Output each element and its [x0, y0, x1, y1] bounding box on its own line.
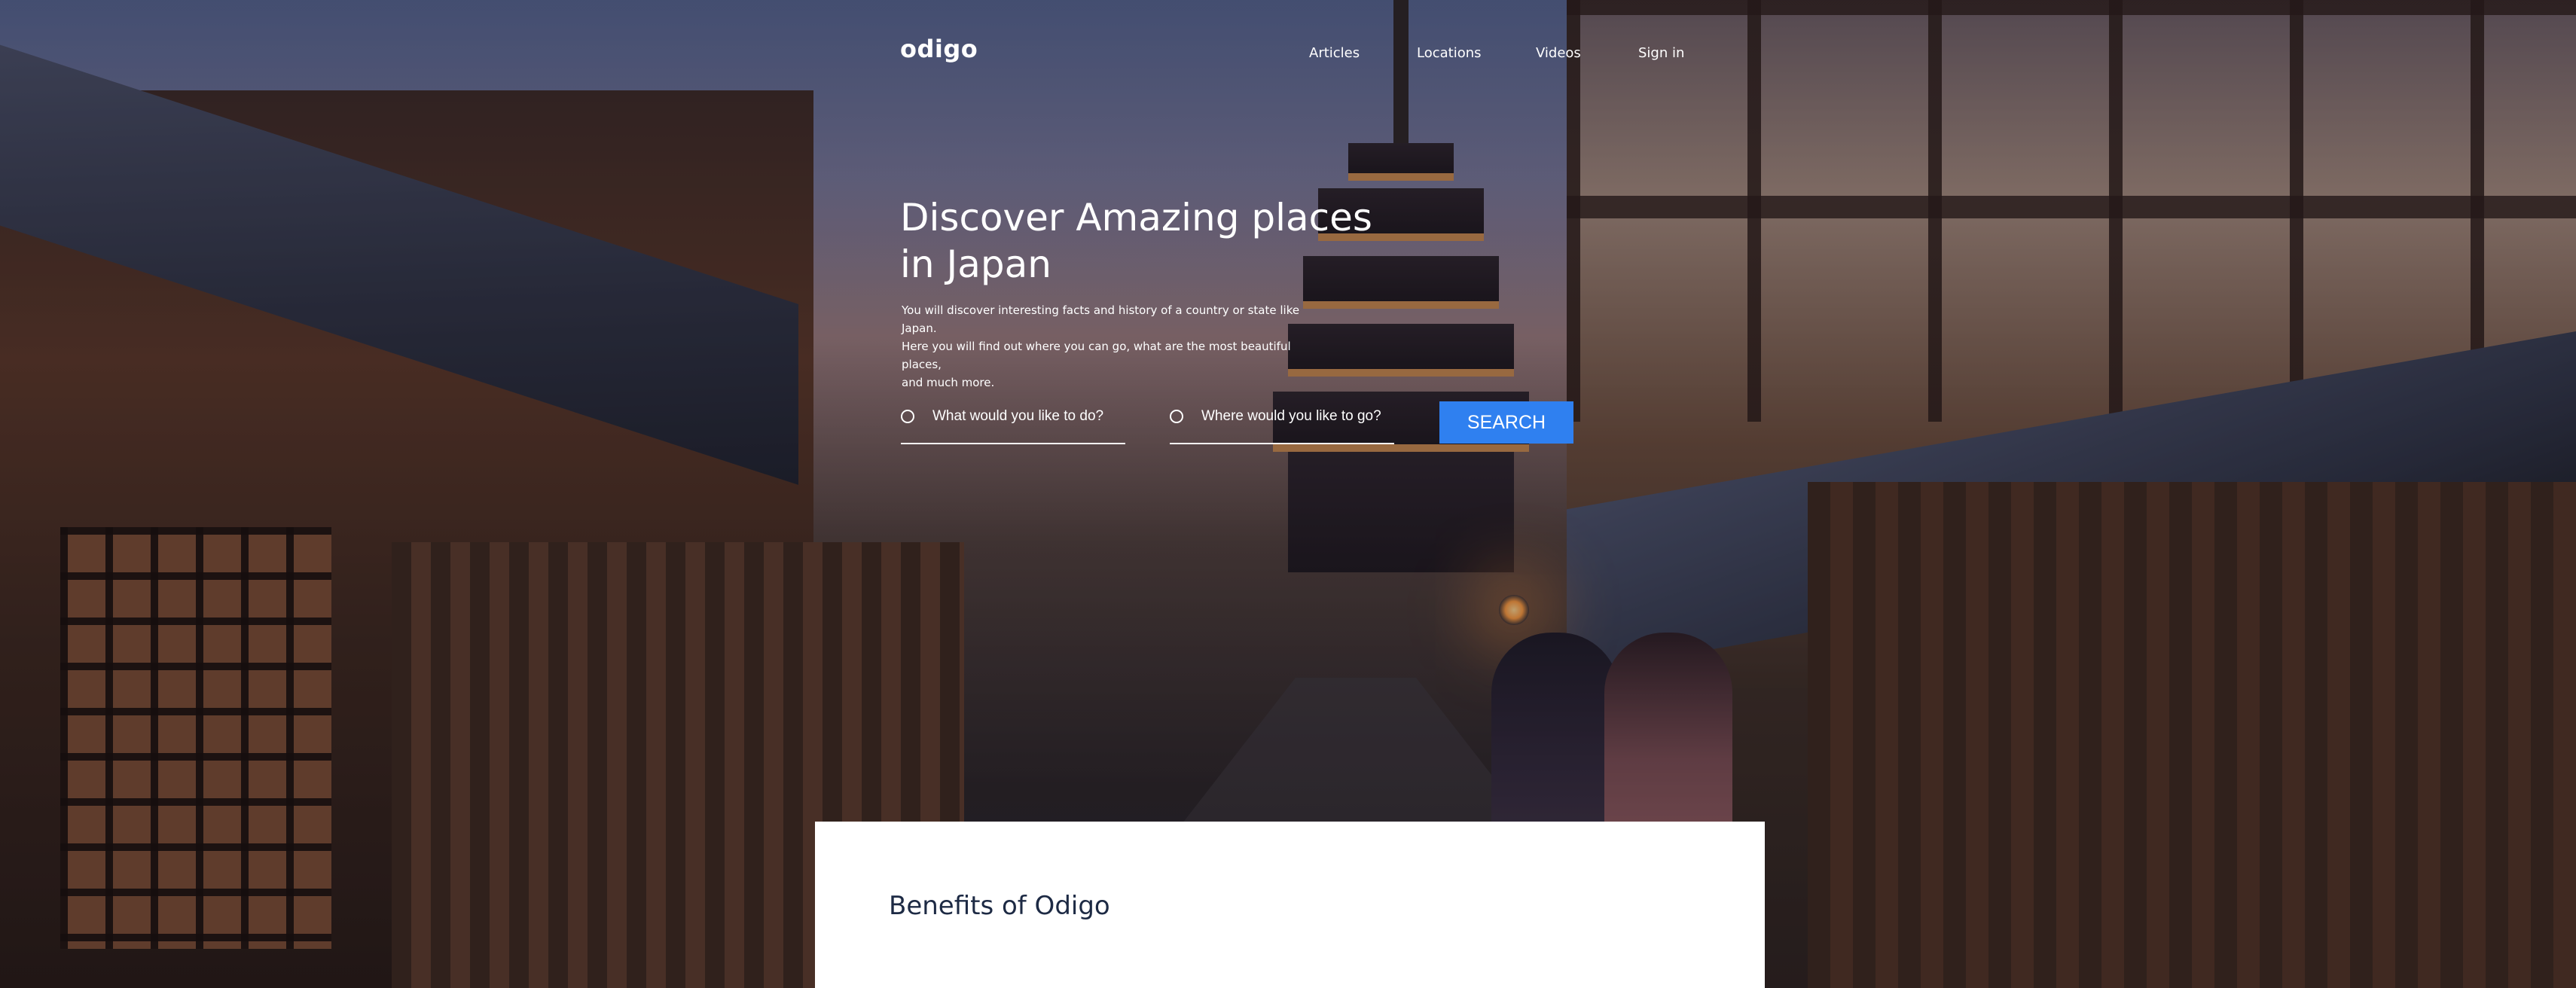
benefits-title: Benefits of Odigo: [889, 891, 1110, 921]
logo[interactable]: odigo: [900, 35, 978, 63]
nav-videos[interactable]: Videos: [1536, 45, 1638, 61]
nav-articles[interactable]: Articles: [1309, 45, 1417, 61]
where-search-field: [1170, 398, 1394, 444]
main-nav: Articles Locations Videos Sign in: [1309, 45, 1699, 61]
what-search-field: [901, 398, 1125, 444]
hero-description-line: and much more.: [902, 376, 995, 389]
nav-sign-in[interactable]: Sign in: [1638, 45, 1699, 61]
circle-icon: [901, 410, 914, 423]
hero-description-line: Here you will find out where you can go,…: [902, 340, 1291, 371]
search-button[interactable]: SEARCH: [1439, 401, 1573, 444]
benefits-card: Benefits of Odigo: [815, 822, 1765, 988]
hero-title: Discover Amazing places in Japan: [900, 196, 1372, 286]
hero-description-line: You will discover interesting facts and …: [902, 303, 1300, 335]
where-input[interactable]: [1200, 407, 1391, 425]
hero-section: odigo Articles Locations Videos Sign in …: [0, 0, 2576, 988]
nav-locations[interactable]: Locations: [1417, 45, 1536, 61]
what-input[interactable]: [931, 407, 1122, 425]
circle-icon: [1170, 410, 1183, 423]
hero-description: You will discover interesting facts and …: [902, 301, 1323, 392]
